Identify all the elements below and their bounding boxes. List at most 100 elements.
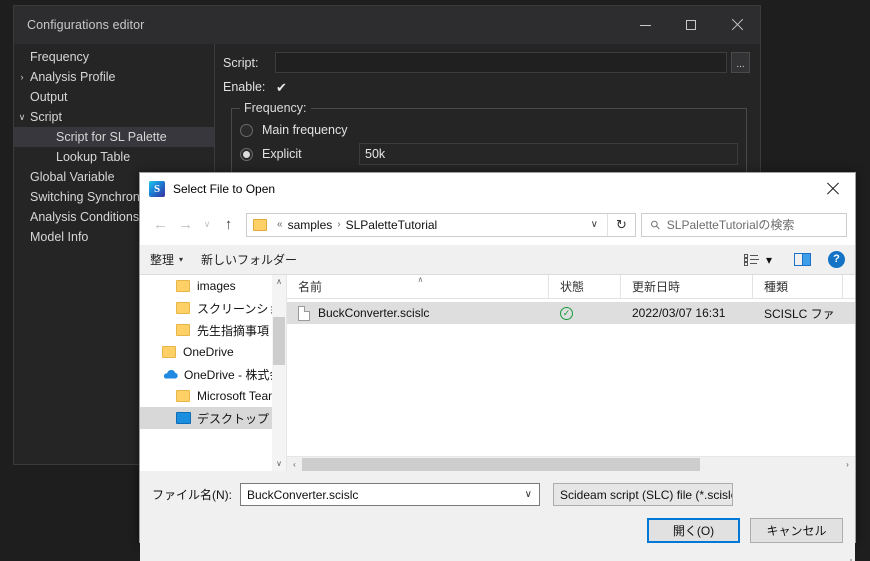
up-one-level-icon[interactable]: ↑ <box>216 212 241 237</box>
column-header[interactable]: 名前 ∧ <box>287 275 549 299</box>
cancel-button[interactable]: キャンセル <box>750 518 843 543</box>
enable-row: Enable: ✔ <box>223 80 750 94</box>
scroll-right-icon[interactable]: › <box>840 460 855 469</box>
twisty-icon[interactable]: › <box>14 72 30 82</box>
dialog-footer: ファイル名(N): BuckConverter.scislc ∨ Scideam… <box>140 471 855 561</box>
open-button[interactable]: 開く(O) <box>647 518 740 543</box>
frequency-legend: Frequency: <box>244 101 307 115</box>
breadcrumb-overflow[interactable]: « <box>277 219 283 230</box>
folder-icon <box>176 390 190 402</box>
explicit-row[interactable]: Explicit 50k <box>240 143 738 165</box>
column-header-label: 状態 <box>560 280 585 294</box>
file-list-header: 名前 ∧ 状態 更新日時 種類 <box>287 275 855 299</box>
tree-item-label: Script for SL Palette <box>56 130 167 144</box>
table-row[interactable]: BuckConverter.scislc ✓ 2022/03/07 16:31 SCI… <box>287 302 855 324</box>
places-item-label: 先生指摘事項 <box>197 323 270 338</box>
scroll-up-icon[interactable]: ∧ <box>272 275 286 289</box>
chevron-down-icon[interactable]: ▾ <box>766 253 772 267</box>
frequency-group: Frequency: Main frequency Explicit 50k <box>231 101 747 174</box>
tree-item-label: Frequency <box>30 50 90 64</box>
scroll-down-icon[interactable]: ∨ <box>272 457 286 471</box>
screen: Configurations editor Frequency › Analysis… <box>0 0 870 561</box>
explicit-radio[interactable] <box>240 147 253 161</box>
file-list-hscrollbar[interactable]: ‹ › <box>287 456 855 471</box>
tree-item-analysis-profile[interactable]: › Analysis Profile <box>14 67 214 87</box>
places-item-label: images <box>197 279 236 293</box>
places-list: images スクリーンショット先生指摘事項 OneDrive OneDrive - … <box>140 275 286 429</box>
back-icon[interactable]: ← <box>148 212 173 237</box>
column-header[interactable]: 状態 <box>549 275 621 299</box>
column-header[interactable]: 種類 <box>753 275 843 299</box>
breadcrumb-separator: › <box>337 219 341 230</box>
tree-item-script[interactable]: ∨ Script <box>14 107 214 127</box>
tree-item-lookup-table[interactable]: Lookup Table <box>14 147 214 167</box>
script-input[interactable] <box>275 52 727 73</box>
scroll-left-icon[interactable]: ‹ <box>287 460 302 469</box>
sidebar-scrollbar[interactable]: ∧ ∨ <box>272 275 286 471</box>
config-titlebar: Configurations editor <box>14 6 760 44</box>
tree-item-label: Analysis Profile <box>30 70 116 84</box>
explicit-label: Explicit <box>262 147 302 161</box>
search-box[interactable]: ⚲ SLPaletteTutorialの検索 <box>641 212 847 237</box>
dialog-close-button[interactable] <box>810 173 855 204</box>
search-input[interactable]: SLPaletteTutorialの検索 <box>667 216 795 233</box>
cloud-icon <box>162 368 178 380</box>
main-frequency-row[interactable]: Main frequency <box>240 119 738 141</box>
minimize-button[interactable] <box>622 6 668 44</box>
column-header[interactable]: 更新日時 <box>621 275 753 299</box>
chevron-down-icon[interactable]: ∨ <box>582 219 607 230</box>
breadcrumb-item-slpalettetutorial[interactable]: SLPaletteTutorial <box>346 218 438 232</box>
places-item[interactable]: Microsoft Teams <box>140 385 286 407</box>
chevron-down-icon: ▾ <box>179 255 184 264</box>
places-item[interactable]: スクリーンショット <box>140 297 286 319</box>
maximize-button[interactable] <box>668 6 714 44</box>
view-mode-icon[interactable] <box>743 253 759 266</box>
folder-icon <box>253 218 267 231</box>
minimize-icon <box>639 24 651 26</box>
hscroll-track[interactable] <box>302 457 840 472</box>
new-folder-button[interactable]: 新しいフォルダー <box>201 251 297 268</box>
file-list-pane: 名前 ∧ 状態 更新日時 種類 BuckConverter.scislc ✓ 2022/03… <box>287 275 855 471</box>
tree-item-label: Switching Synchronize <box>30 190 156 204</box>
column-header-label: 種類 <box>764 280 789 294</box>
main-frequency-radio[interactable] <box>240 123 253 137</box>
refresh-icon[interactable]: ↻ <box>608 217 635 233</box>
places-item[interactable]: OneDrive <box>140 341 286 363</box>
close-icon <box>731 19 743 31</box>
filename-input[interactable]: BuckConverter.scislc ∨ <box>240 483 540 506</box>
places-item[interactable]: デスクトップ <box>140 407 286 429</box>
places-item-label: デスクトップ <box>197 411 270 426</box>
places-item-label: OneDrive <box>183 345 234 359</box>
organize-menu[interactable]: 整理 ▾ <box>150 251 183 268</box>
explicit-frequency-input[interactable]: 50k <box>359 143 738 165</box>
tree-item-label: Lookup Table <box>56 150 131 164</box>
enable-label: Enable: <box>223 80 266 94</box>
places-item[interactable]: 先生指摘事項 <box>140 319 286 341</box>
chevron-down-icon[interactable]: ∨ <box>525 489 539 500</box>
recent-locations-icon[interactable]: ∨ <box>198 212 216 237</box>
column-header-label: 更新日時 <box>632 280 681 294</box>
hscroll-thumb[interactable] <box>302 457 701 471</box>
tree-item-script-for-sl-palette[interactable]: Script for SL Palette <box>14 127 214 147</box>
places-item[interactable]: images <box>140 275 286 297</box>
script-browse-button[interactable]: ... <box>731 52 750 73</box>
select-file-dialog: S Select File to Open ← → ∨ ↑ « samples … <box>139 172 856 561</box>
config-window-controls <box>622 6 760 44</box>
dialog-main-area: images スクリーンショット先生指摘事項 OneDrive OneDrive - … <box>140 275 855 471</box>
tree-item-frequency[interactable]: Frequency <box>14 47 214 67</box>
preview-pane-icon[interactable] <box>794 253 811 266</box>
tree-item-output[interactable]: Output <box>14 87 214 107</box>
address-bar[interactable]: « samples › SLPaletteTutorial ∨ ↻ <box>246 212 636 237</box>
tree-item-label: Global Variable <box>30 170 115 184</box>
breadcrumb-item-samples[interactable]: samples <box>288 218 333 232</box>
file-state-cell: ✓ <box>549 306 621 320</box>
tree-item-label: Output <box>30 90 68 104</box>
close-button[interactable] <box>714 6 760 44</box>
forward-icon[interactable]: → <box>173 212 198 237</box>
help-icon[interactable]: ? <box>828 251 845 268</box>
sidebar-scroll-thumb[interactable] <box>273 317 285 365</box>
twisty-icon[interactable]: ∨ <box>14 112 30 123</box>
places-item[interactable]: OneDrive - 株式会社 <box>140 363 286 385</box>
filetype-combobox[interactable]: Scideam script (SLC) file (*.scislc) ∨ <box>553 483 733 506</box>
enable-checkbox[interactable]: ✔ <box>275 81 288 94</box>
